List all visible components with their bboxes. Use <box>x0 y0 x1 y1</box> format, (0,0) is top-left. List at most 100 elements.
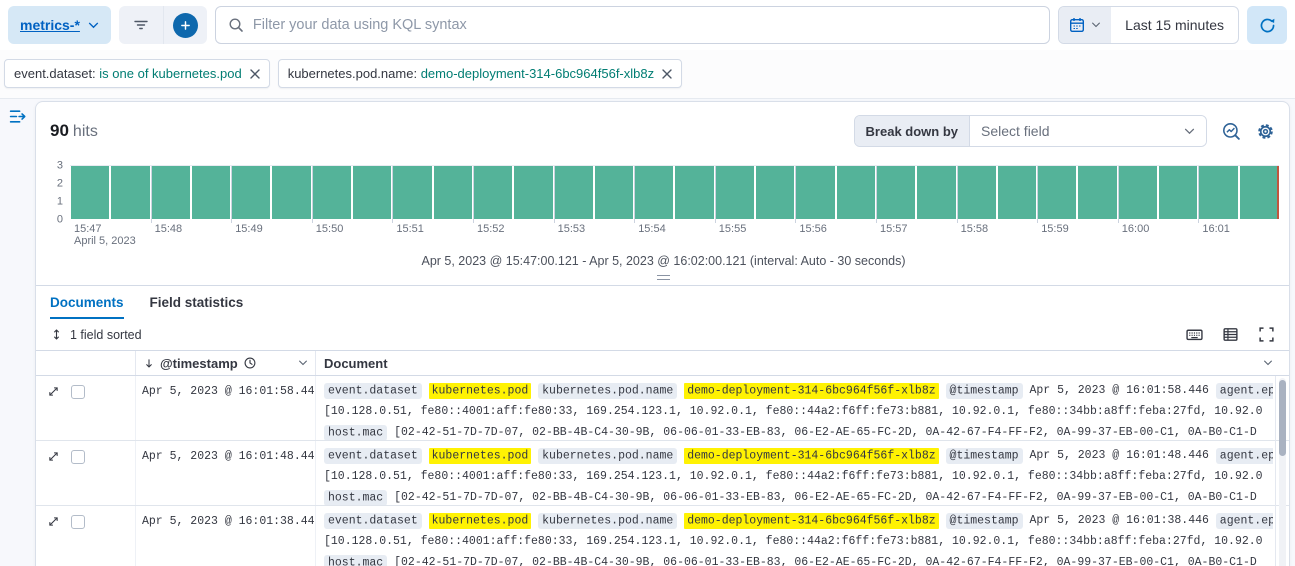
sort-descending-icon <box>143 357 155 370</box>
expand-row-icon[interactable] <box>47 385 60 398</box>
highlighted-value: demo-deployment-314-6bc964f56f-xlb8z <box>684 448 938 464</box>
expand-row-icon[interactable] <box>47 450 60 463</box>
display-options-icon[interactable] <box>1222 326 1239 343</box>
chart-resize-handle[interactable] <box>657 275 670 280</box>
x-axis-labels: 15:4715:4815:4915:5015:5115:5215:5315:54… <box>70 219 1279 251</box>
chevron-down-icon <box>1184 128 1195 135</box>
breakdown-control: Break down by Select field <box>854 115 1207 147</box>
highlighted-value: demo-deployment-314-6bc964f56f-xlb8z <box>684 513 938 529</box>
tab-documents[interactable]: Documents <box>50 295 124 319</box>
filter-bar: event.dataset: is one of kubernetes.pod … <box>0 50 1295 98</box>
fullscreen-icon[interactable] <box>1258 326 1275 343</box>
gear-icon[interactable] <box>1256 122 1275 141</box>
row-checkbox[interactable] <box>71 515 85 529</box>
chart-controls: Break down by Select field <box>854 115 1275 147</box>
histogram-bar[interactable] <box>474 166 512 219</box>
data-view-name: metrics-* <box>20 17 80 33</box>
breakdown-placeholder: Select field <box>981 123 1049 139</box>
breakdown-field-select[interactable]: Select field <box>970 116 1206 146</box>
histogram-bar[interactable] <box>917 166 955 219</box>
histogram-bar[interactable] <box>434 166 472 219</box>
histogram-bar[interactable] <box>1119 166 1157 219</box>
histogram-bar[interactable] <box>71 166 109 219</box>
histogram-bar[interactable] <box>555 166 593 219</box>
doc-line-2: [10.128.0.51, fe80::4001:aff:fe80:33, 16… <box>324 401 1273 422</box>
histogram-bar[interactable] <box>152 166 190 219</box>
sorted-fields-button[interactable]: 1 field sorted <box>50 328 142 342</box>
current-time-marker <box>1277 166 1279 219</box>
doc-line-3: host.mac [02-42-51-7D-7D-07, 02-BB-4B-C4… <box>324 487 1273 505</box>
histogram-plot[interactable] <box>70 165 1279 219</box>
date-quick-select-button[interactable] <box>1059 7 1111 43</box>
field-name-pill: agent.ephe <box>1216 513 1273 529</box>
histogram-bar[interactable] <box>111 166 149 219</box>
histogram-bar[interactable] <box>1199 166 1237 219</box>
edit-visualization-icon[interactable] <box>1222 122 1241 141</box>
expand-sidebar-button[interactable] <box>8 108 27 125</box>
add-filter-button[interactable] <box>163 6 207 44</box>
remove-filter-icon[interactable] <box>250 69 260 79</box>
time-range-label[interactable]: Last 15 minutes <box>1111 7 1238 43</box>
row-controls <box>36 376 136 440</box>
kql-placeholder: Filter your data using KQL syntax <box>253 17 467 33</box>
row-checkbox[interactable] <box>71 385 85 399</box>
filter-value: is one of kubernetes.pod <box>99 66 241 81</box>
histogram-bar[interactable] <box>313 166 351 219</box>
column-menu-icon[interactable] <box>298 360 308 366</box>
scrollbar-thumb[interactable] <box>1279 380 1286 456</box>
row-document: event.dataset kubernetes.pod kubernetes.… <box>316 376 1289 440</box>
field-name-pill: agent.ephe <box>1216 383 1273 399</box>
timestamp-column-label: @timestamp <box>160 356 238 371</box>
field-name-pill: kubernetes.pod.name <box>538 383 677 399</box>
filter-pill-pod-name[interactable]: kubernetes.pod.name: demo-deployment-314… <box>278 59 682 88</box>
doc-line-1: event.dataset kubernetes.pod kubernetes.… <box>324 510 1273 531</box>
doc-line-2: [10.128.0.51, fe80::4001:aff:fe80:33, 16… <box>324 466 1273 487</box>
histogram-bar[interactable] <box>353 166 391 219</box>
refresh-icon <box>1259 17 1276 34</box>
tab-field-statistics[interactable]: Field statistics <box>150 295 244 319</box>
doc-line-1: event.dataset kubernetes.pod kubernetes.… <box>324 445 1273 466</box>
histogram-bar[interactable] <box>192 166 230 219</box>
kql-search-input[interactable]: Filter your data using KQL syntax <box>215 6 1050 44</box>
chevron-down-icon <box>1091 22 1101 28</box>
histogram-bar[interactable] <box>393 166 431 219</box>
timestamp-column-header[interactable]: @timestamp <box>136 351 316 375</box>
histogram-bar[interactable] <box>796 166 834 219</box>
histogram-bar[interactable] <box>272 166 310 219</box>
keyboard-shortcuts-icon[interactable] <box>1186 326 1203 343</box>
field-name-pill: host.mac <box>324 425 387 441</box>
remove-filter-icon[interactable] <box>662 69 672 79</box>
table-row: Apr 5, 2023 @ 16:01:48.446 event.dataset… <box>36 441 1289 506</box>
highlighted-value: kubernetes.pod <box>429 448 532 464</box>
histogram-bar[interactable] <box>958 166 996 219</box>
histogram-bar[interactable] <box>1159 166 1197 219</box>
histogram-bar[interactable] <box>635 166 673 219</box>
data-view-picker[interactable]: metrics-* <box>8 6 111 44</box>
expand-row-icon[interactable] <box>47 515 60 528</box>
histogram-bar[interactable] <box>998 166 1036 219</box>
highlighted-value: demo-deployment-314-6bc964f56f-xlb8z <box>684 383 938 399</box>
breakdown-label: Break down by <box>855 116 970 146</box>
refresh-button[interactable] <box>1247 6 1287 44</box>
histogram-bar[interactable] <box>1038 166 1076 219</box>
histogram-bar[interactable] <box>514 166 552 219</box>
column-menu-icon[interactable] <box>1263 360 1273 366</box>
results-panel: 90hits Break down by Select field <box>35 101 1290 566</box>
histogram-bar[interactable] <box>1240 166 1278 219</box>
filter-pill-event-dataset[interactable]: event.dataset: is one of kubernetes.pod <box>4 59 270 88</box>
document-column-header[interactable]: Document <box>316 351 1289 375</box>
histogram-bar[interactable] <box>1078 166 1116 219</box>
histogram-bar[interactable] <box>675 166 713 219</box>
histogram-bar[interactable] <box>837 166 875 219</box>
tabs-section: Documents Field statistics <box>36 285 1289 319</box>
date-picker: Last 15 minutes <box>1058 6 1239 44</box>
histogram-bar[interactable] <box>232 166 270 219</box>
histogram-bar[interactable] <box>595 166 633 219</box>
plus-icon <box>173 13 198 38</box>
histogram-bar[interactable] <box>716 166 754 219</box>
row-checkbox[interactable] <box>71 450 85 464</box>
histogram-bar[interactable] <box>756 166 794 219</box>
row-timestamp: Apr 5, 2023 @ 16:01:48.446 <box>136 441 316 505</box>
histogram-bar[interactable] <box>877 166 915 219</box>
filter-menu-button[interactable] <box>119 6 163 44</box>
